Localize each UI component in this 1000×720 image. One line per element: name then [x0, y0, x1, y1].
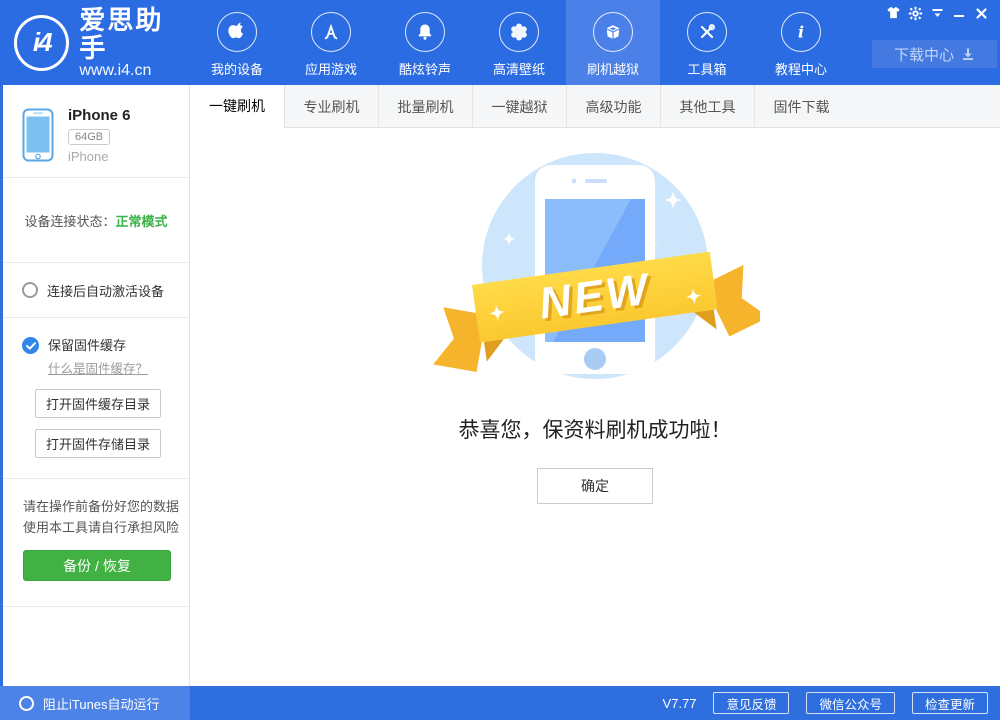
check-icon — [26, 342, 36, 350]
nav-tutorials[interactable]: i 教程中心 — [754, 0, 848, 85]
info-icon: i — [781, 12, 821, 52]
new-phone-illustration: NEW NEW — [430, 138, 760, 400]
nav-label: 酷炫铃声 — [399, 59, 451, 78]
main-area: 一键刷机 专业刷机 批量刷机 一键越狱 高级功能 其他工具 固件下载 — [190, 85, 1000, 686]
check-update-button[interactable]: 检查更新 — [912, 692, 988, 714]
block-itunes-row: 阻止iTunes自动运行 — [0, 686, 190, 720]
auto-activate-label: 连接后自动激活设备 — [47, 281, 164, 300]
wechat-official-button[interactable]: 微信公众号 — [806, 692, 895, 714]
device-panel: iPhone 6 64GB iPhone — [3, 85, 189, 178]
tab-bar: 一键刷机 专业刷机 批量刷机 一键越狱 高级功能 其他工具 固件下载 — [190, 85, 1000, 128]
nav-wallpapers[interactable]: 高清壁纸 — [472, 0, 566, 85]
iphone-device-icon — [22, 108, 54, 162]
app-logo: i4 爱思助手 www.i4.cn — [0, 0, 190, 85]
confirm-button[interactable]: 确定 — [537, 468, 653, 504]
nav-label: 工具箱 — [687, 59, 726, 78]
block-itunes-radio[interactable] — [19, 696, 34, 711]
settings-gear-icon[interactable] — [904, 4, 926, 22]
flower-icon — [499, 12, 539, 52]
nav-flash-jailbreak[interactable]: 刷机越狱 — [566, 0, 660, 85]
bottom-bar: 阻止iTunes自动运行 V7.77 意见反馈 微信公众号 检查更新 — [0, 686, 1000, 720]
tab-one-click-jailbreak[interactable]: 一键越狱 — [472, 85, 566, 128]
minimize-icon[interactable] — [948, 4, 970, 22]
app-title: 爱思助手 — [79, 6, 190, 62]
nav-label: 刷机越狱 — [587, 59, 639, 78]
warning-text-line2: 使用本工具请自行承担风险 — [23, 517, 189, 538]
nav-my-devices[interactable]: 我的设备 — [190, 0, 284, 85]
feedback-button[interactable]: 意见反馈 — [713, 692, 789, 714]
bell-icon — [405, 12, 445, 52]
success-message: 恭喜您，保资料刷机成功啦！ — [459, 414, 732, 444]
backup-restore-button[interactable]: 备份 / 恢复 — [23, 550, 171, 581]
keep-cache-checkbox[interactable] — [22, 337, 39, 354]
tab-one-click-flash[interactable]: 一键刷机 — [190, 85, 284, 128]
nav-label: 应用游戏 — [305, 59, 357, 78]
connection-status: 设备连接状态： 正常模式 — [3, 178, 189, 263]
open-storage-dir-button[interactable]: 打开固件存储目录 — [35, 429, 161, 458]
tab-pro-flash[interactable]: 专业刷机 — [284, 85, 378, 128]
nav-toolbox[interactable]: 工具箱 — [660, 0, 754, 85]
i4-logo-icon: i4 — [14, 15, 69, 71]
device-capacity-badge: 64GB — [68, 129, 110, 145]
nav-label: 我的设备 — [211, 59, 263, 78]
version-label: V7.77 — [662, 696, 696, 711]
tab-batch-flash[interactable]: 批量刷机 — [378, 85, 472, 128]
theme-skin-icon[interactable] — [882, 4, 904, 22]
firmware-cache-panel: 保留固件缓存 什么是固件缓存？ 打开固件缓存目录 打开固件存储目录 — [3, 318, 189, 479]
appstore-icon — [311, 12, 351, 52]
cache-help-link[interactable]: 什么是固件缓存？ — [48, 358, 148, 377]
header: i4 爱思助手 www.i4.cn 我的设备 应用游戏 — [0, 0, 1000, 85]
flash-success-view: NEW NEW 恭喜您，保资料刷机成功啦！ 确定 — [190, 128, 1000, 686]
tools-icon — [687, 12, 727, 52]
close-icon[interactable] — [970, 4, 992, 22]
nav-ringtones[interactable]: 酷炫铃声 — [378, 0, 472, 85]
app-url: www.i4.cn — [79, 62, 190, 80]
tab-firmware-download[interactable]: 固件下载 — [754, 85, 848, 128]
download-center-label: 下载中心 — [894, 44, 954, 65]
nav-label: 教程中心 — [775, 59, 827, 78]
main-nav: 我的设备 应用游戏 酷炫铃声 高清壁纸 — [190, 0, 848, 85]
package-icon — [593, 12, 633, 52]
block-itunes-label: 阻止iTunes自动运行 — [43, 694, 160, 713]
backup-panel: 请在操作前备份好您的数据 使用本工具请自行承担风险 备份 / 恢复 — [3, 479, 189, 607]
apple-icon — [217, 12, 257, 52]
device-model: iPhone — [68, 149, 108, 164]
download-icon — [961, 47, 975, 61]
menu-dropdown-icon[interactable] — [926, 4, 948, 22]
open-cache-dir-button[interactable]: 打开固件缓存目录 — [35, 389, 161, 418]
warning-text-line1: 请在操作前备份好您的数据 — [23, 496, 189, 517]
auto-activate-row: 连接后自动激活设备 — [3, 263, 189, 318]
svg-text:i: i — [798, 23, 804, 42]
bottom-bar-right: V7.77 意见反馈 微信公众号 检查更新 — [190, 686, 1000, 720]
keep-cache-label: 保留固件缓存 — [48, 337, 126, 354]
download-center-button[interactable]: 下载中心 — [872, 40, 997, 68]
device-name: iPhone 6 — [68, 107, 131, 124]
nav-apps-games[interactable]: 应用游戏 — [284, 0, 378, 85]
tab-other-tools[interactable]: 其他工具 — [660, 85, 754, 128]
window-controls — [882, 4, 992, 22]
sidebar: iPhone 6 64GB iPhone 设备连接状态： 正常模式 连接后自动激… — [0, 85, 190, 686]
nav-label: 高清壁纸 — [493, 59, 545, 78]
status-value: 正常模式 — [116, 211, 168, 230]
status-label: 设备连接状态： — [24, 211, 115, 230]
sidebar-spacer — [3, 607, 189, 686]
tab-advanced[interactable]: 高级功能 — [566, 85, 660, 128]
auto-activate-radio[interactable] — [22, 282, 38, 298]
app-window: i4 爱思助手 www.i4.cn 我的设备 应用游戏 — [0, 0, 1000, 720]
